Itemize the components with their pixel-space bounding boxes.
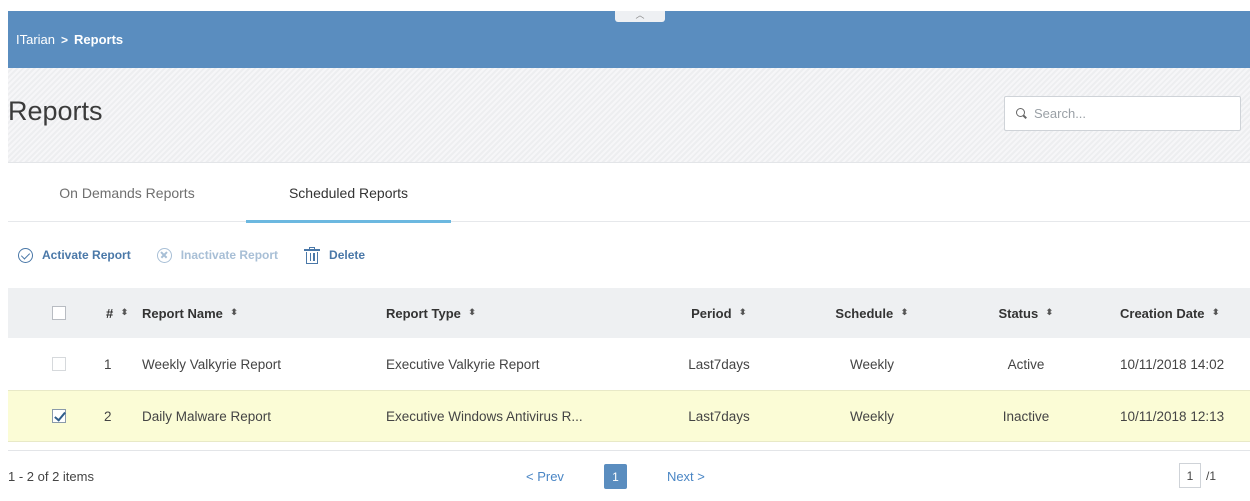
column-header-period[interactable]: Period ⬍ [678, 288, 760, 338]
activate-report-button[interactable]: Activate Report [18, 247, 131, 263]
collapse-header-button[interactable]: ︿ [615, 11, 665, 22]
total-pages: /1 [1205, 468, 1216, 483]
tab-scheduled-reports[interactable]: Scheduled Reports [246, 164, 451, 223]
column-header-report-type[interactable]: Report Type ⬍ [386, 288, 476, 338]
search-input[interactable] [1034, 106, 1224, 121]
page-number-button[interactable]: 1 [603, 464, 627, 489]
report-period: Last7days [688, 408, 750, 424]
prev-page-link[interactable]: < Prev [526, 469, 564, 484]
items-count: 1 - 2 of 2 items [8, 469, 94, 484]
reports-table: # ⬍ Report Name ⬍ Report Type ⬍ Period ⬍ Sch… [8, 288, 1250, 442]
toolbar: Activate Report Inactivate Report Delete [18, 242, 391, 268]
column-header-status[interactable]: Status ⬍ [983, 288, 1069, 338]
report-schedule: Weekly [849, 408, 894, 424]
report-name: Daily Malware Report [142, 408, 272, 424]
report-tabs: On Demands Reports Scheduled Reports [8, 164, 1250, 223]
select-all-checkbox[interactable] [52, 306, 66, 320]
tab-on-demand-reports[interactable]: On Demands Reports [8, 164, 246, 222]
breadcrumb-root-link[interactable]: ITarian [16, 32, 55, 47]
sort-icon: ⬍ [1211, 307, 1220, 318]
next-page-link[interactable]: Next > [667, 469, 705, 484]
column-header-creation-date[interactable]: Creation Date ⬍ [1120, 288, 1220, 338]
breadcrumb: ITarian > Reports [16, 32, 123, 47]
search-icon [1015, 107, 1029, 121]
x-circle-icon [156, 247, 172, 263]
breadcrumb-separator: > [61, 32, 69, 47]
table-row[interactable]: 1 Weekly Valkyrie Report Executive Valky… [8, 338, 1250, 390]
row-number: 2 [104, 408, 112, 424]
page-header: Reports [8, 68, 1250, 163]
delete-label: Delete [329, 248, 366, 262]
table-footer: 1 - 2 of 2 items < Prev 1 Next > 1 /1 [8, 450, 1250, 501]
page-input[interactable]: 1 [1178, 463, 1201, 488]
activate-report-label: Activate Report [42, 248, 131, 262]
page-goto: 1 /1 [1178, 463, 1216, 488]
breadcrumb-current: Reports [74, 32, 124, 47]
report-type: Executive Windows Antivirus R... [386, 408, 583, 424]
inactivate-report-label: Inactivate Report [180, 248, 279, 262]
report-period: Last7days [688, 356, 750, 372]
pagination: < Prev 1 Next > [526, 451, 705, 501]
table-row[interactable]: 2 Daily Malware Report Executive Windows… [8, 390, 1250, 442]
column-header-report-name[interactable]: Report Name ⬍ [142, 288, 238, 338]
row-checkbox[interactable] [52, 357, 66, 371]
report-creation-date: 10/11/2018 12:13 [1120, 408, 1225, 424]
inactivate-report-button[interactable]: Inactivate Report [156, 247, 279, 263]
table-header-row: # ⬍ Report Name ⬍ Report Type ⬍ Period ⬍ Sch… [8, 288, 1250, 338]
sort-icon: ⬍ [900, 307, 909, 318]
sort-icon: ⬍ [229, 307, 239, 318]
check-circle-icon [18, 247, 33, 263]
sort-icon: ⬍ [467, 307, 477, 318]
row-checkbox[interactable] [52, 409, 66, 423]
report-name: Weekly Valkyrie Report [142, 356, 282, 372]
delete-button[interactable]: Delete [304, 246, 366, 264]
row-number: 1 [104, 356, 112, 372]
page-title: Reports [8, 96, 103, 126]
column-header-schedule[interactable]: Schedule ⬍ [822, 288, 922, 338]
sort-icon: ⬍ [1045, 307, 1054, 318]
report-creation-date: 10/11/2018 14:02 [1120, 356, 1225, 372]
trash-icon [304, 246, 321, 264]
select-all-cell [52, 288, 66, 338]
report-type: Executive Valkyrie Report [386, 356, 540, 372]
sort-icon: ⬍ [738, 307, 747, 318]
report-status: Active [1007, 356, 1045, 372]
report-status: Inactive [1002, 408, 1050, 424]
sort-icon: ⬍ [120, 307, 129, 318]
column-header-number[interactable]: # ⬍ [106, 288, 129, 338]
chevron-up-icon: ︿ [635, 10, 645, 20]
search-box[interactable] [1004, 96, 1241, 131]
report-schedule: Weekly [849, 356, 894, 372]
